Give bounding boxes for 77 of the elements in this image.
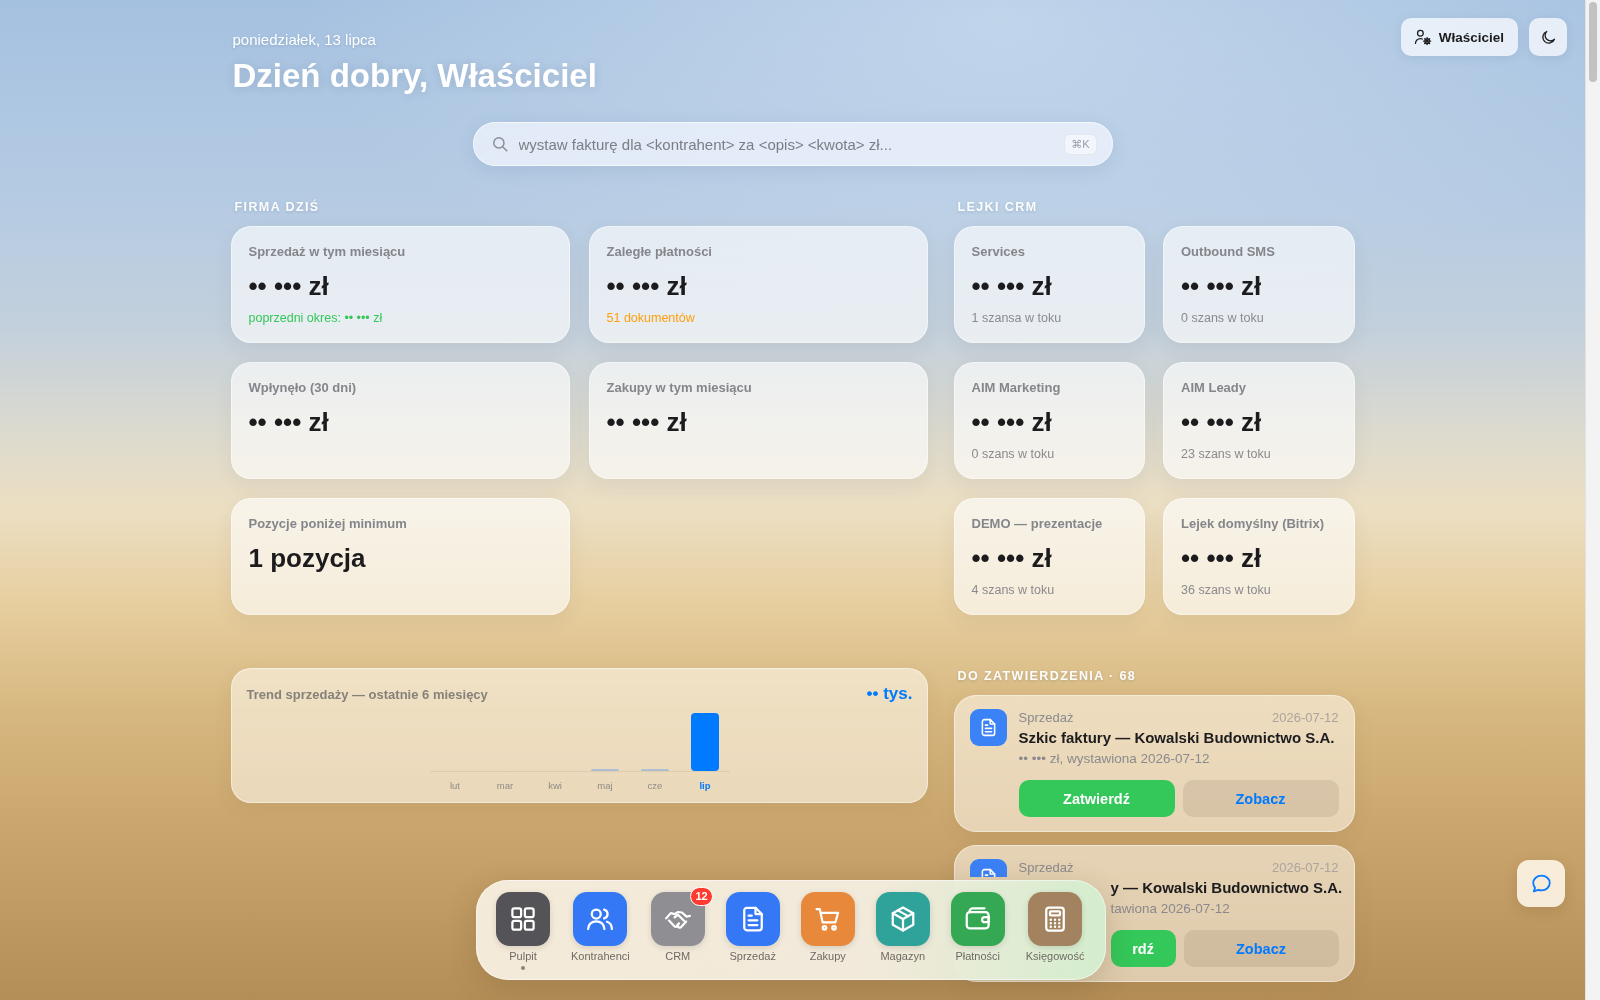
month-label: maj [596,780,613,791]
funnel-name: AIM Marketing [971,379,1061,396]
category-label: Sprzedaż [1018,859,1074,877]
funnel-value: •• ••• zł [1181,270,1262,302]
dock-item[interactable]: Magazyn [875,892,930,963]
funnel-card[interactable]: Outbound SMS •• ••• zł 0 szans w toku [1163,226,1355,343]
card-note: 51 dokumentów [606,310,695,326]
total-value: •• tys. [866,684,913,704]
card-label: Pozycje poniżej minimum [248,515,407,532]
search-icon [490,135,509,153]
user-gear-icon [1413,28,1432,46]
month-label: lut [449,780,460,791]
month-label: mar [496,780,513,791]
chart-title: Trend sprzedaży — ostatnie 6 miesięcy [246,686,488,702]
funnel-card[interactable]: AIM Marketing •• ••• zł 0 szans w toku [953,362,1145,479]
funnel-name: Services [971,243,1025,260]
theme-toggle-button[interactable] [1529,18,1567,56]
dock-item[interactable]: Płatności [950,892,1005,963]
card-label: Sprzedaż w tym miesiącu [248,243,406,260]
greeting-title: Dzień dobry, Właściciel [232,56,597,96]
chat-bubble-icon [1529,872,1553,895]
count-badge: 12 [690,887,713,906]
section-title: LEJKI CRM [957,199,1038,215]
funnel-name: Outbound SMS [1181,243,1275,260]
document-icon [969,709,1007,746]
scrollbar-thumb[interactable] [1589,2,1597,82]
funnel-card[interactable]: Lejek domyślny (Bitrix) •• ••• zł 36 szans w toku [1163,498,1355,615]
date-label: 2026-07-12 [1272,709,1339,727]
section-title: DO ZATWIERDZENIA · 68 [957,668,1137,684]
month-label: lip [698,780,711,791]
dock-item[interactable]: Sprzedaż [725,892,780,963]
funnel-note: 0 szans w toku [1181,310,1264,326]
shortcut-key: ⌘K [1064,134,1097,155]
category-label: Sprzedaż [1018,709,1074,727]
chat-button[interactable] [1517,860,1565,907]
date-label: 2026-07-12 [1272,859,1339,877]
funnel-name: AIM Leady [1181,379,1246,396]
month-label: kwi [547,780,562,791]
approval-title: Szkic faktury — Kowalski Budownictwo S.A. [1018,728,1335,748]
funnel-card[interactable]: DEMO — prezentacje •• ••• zł 4 szans w toku [953,498,1145,615]
funnel-note: 1 szansa w toku [971,310,1062,326]
dock-item[interactable]: Księgowość [1025,892,1085,963]
dock-item[interactable]: Zakupy [800,892,855,963]
funnel-value: •• ••• zł [971,542,1052,574]
card-label: Wpłynęło (30 dni) [248,379,357,396]
approval-title: y — Kowalski Budownictwo S.A. [1110,878,1343,898]
funnel-value: •• ••• zł [971,406,1052,438]
account-button[interactable]: Właściciel [1400,18,1518,56]
moon-icon [1539,28,1557,46]
funnel-name: DEMO — prezentacje [971,515,1103,532]
card-value: •• ••• zł [248,270,329,302]
funnel-note: 4 szans w toku [971,582,1055,598]
funnel-value: •• ••• zł [1181,542,1262,574]
approval-detail: •• ••• zł, wystawiona 2026-07-12 [1018,750,1210,768]
funnel-name: Lejek domyślny (Bitrix) [1181,515,1325,532]
funnel-card[interactable]: AIM Leady •• ••• zł 23 szans w toku [1163,362,1355,479]
funnel-card[interactable]: Services •• ••• zł 1 szansa w toku [953,226,1145,343]
dock-item[interactable]: Pulpit [496,892,550,970]
section-title: FIRMA DZIŚ [234,199,320,215]
card-note: poprzedni okres: •• ••• zł [248,310,383,326]
funnel-value: •• ••• zł [971,270,1052,302]
date-text: poniedziałek, 13 lipca [232,30,376,50]
card-value: •• ••• zł [606,270,687,302]
dock-item[interactable]: Kontrahenci [571,892,630,963]
approval-detail: tawiona 2026-07-12 [1110,900,1230,918]
active-dot-icon [521,966,525,970]
month-label: cze [647,780,662,791]
card-label: Zakupy w tym miesiącu [606,379,752,396]
funnel-note: 23 szans w toku [1181,446,1271,462]
document-icon [969,859,1007,877]
card-value: •• ••• zł [248,406,329,438]
card-value: •• ••• zł [606,406,687,438]
funnel-note: 36 szans w toku [1181,582,1271,598]
card-label: Zaległe płatności [606,243,712,260]
funnel-note: 0 szans w toku [971,446,1055,462]
card-value: 1 pozycja [248,542,366,574]
funnel-value: •• ••• zł [1181,406,1262,438]
